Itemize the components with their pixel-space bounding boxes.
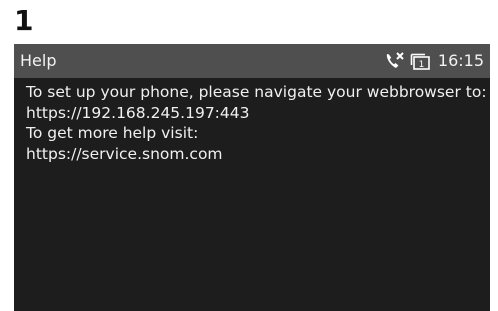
help-instruction: To set up your phone, please navigate yo… [26, 83, 487, 101]
step-number: 1 [14, 4, 34, 37]
service-url: https://service.snom.com [26, 144, 223, 163]
help-more-label: To get more help visit: [26, 124, 199, 142]
status-bar: Help 1 16:15 [14, 44, 490, 78]
help-text: To set up your phone, please navigate yo… [26, 82, 487, 164]
missed-call-icon [384, 51, 406, 71]
status-indicators: 1 16:15 [384, 49, 484, 73]
setup-url: https://192.168.245.197:443 [26, 103, 250, 122]
line-key-1-icon: 1 [410, 51, 432, 71]
screen-title: Help [20, 51, 57, 70]
line-badge: 1 [419, 60, 425, 70]
clock: 16:15 [437, 51, 484, 70]
phone-display: Help 1 16:15 To set up your phone, pleas… [14, 44, 490, 311]
